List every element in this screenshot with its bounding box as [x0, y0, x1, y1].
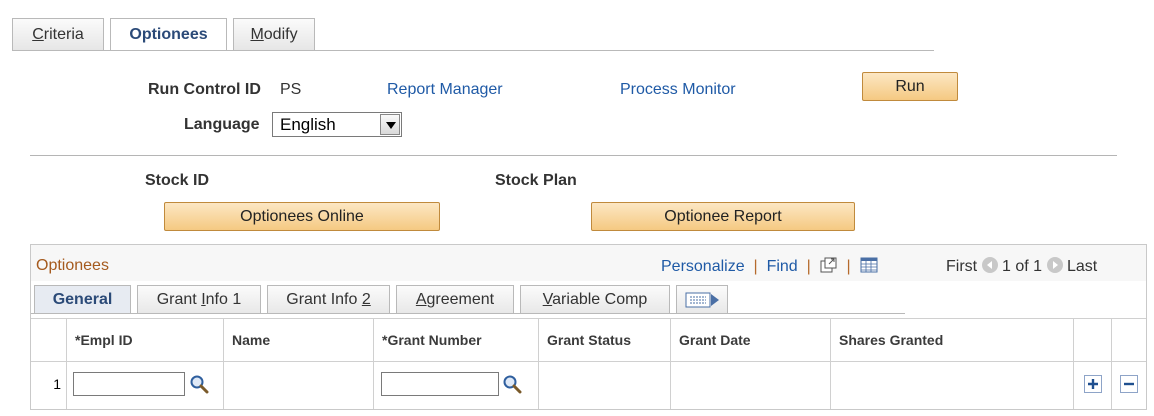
subtab-label: General: [52, 291, 113, 308]
grant-number-cell: [373, 362, 538, 409]
delete-column-header: [1111, 319, 1146, 361]
subtab-general[interactable]: General: [34, 285, 131, 313]
next-row-icon[interactable]: [1046, 257, 1063, 273]
subtab-label-pre: Grant Info: [286, 291, 362, 308]
empl-id-input[interactable]: [73, 372, 185, 396]
language-label: Language: [184, 116, 260, 133]
row-number: 1: [53, 376, 61, 392]
grid-header: Optionees Personalize | Find | | First 1…: [31, 245, 1146, 281]
language-selected-value: English: [280, 115, 336, 134]
column-header-shares-granted[interactable]: Shares Granted: [830, 319, 1073, 361]
subtab-access-key: V: [542, 291, 553, 308]
tab-label-post: riteria: [43, 26, 84, 43]
column-header-name[interactable]: Name: [223, 319, 373, 361]
subtab-underline: [31, 313, 905, 314]
tab-criteria[interactable]: Criteria: [12, 18, 104, 50]
tab-label-access-key: M: [250, 26, 264, 43]
personalize-link[interactable]: Personalize: [661, 258, 745, 275]
subtab-label-post: ariable Comp: [552, 291, 648, 308]
show-all-columns-icon: [685, 291, 721, 319]
grant-number-input[interactable]: [381, 372, 499, 396]
report-manager-link[interactable]: Report Manager: [387, 81, 503, 99]
subtab-agreement[interactable]: Agreement: [396, 285, 514, 313]
column-header-grant-date[interactable]: Grant Date: [670, 319, 830, 361]
chevron-down-icon[interactable]: [380, 114, 400, 135]
add-column-header: [1073, 319, 1111, 361]
run-button[interactable]: Run: [862, 72, 958, 101]
stock-plan-label: Stock Plan: [495, 172, 577, 189]
stock-id-label: Stock ID: [145, 172, 210, 189]
add-row-cell: [1073, 362, 1111, 409]
add-row-button[interactable]: [1084, 375, 1102, 393]
pager-first[interactable]: First: [946, 258, 977, 275]
column-header-grant-status[interactable]: Grant Status: [538, 319, 670, 361]
delete-row-cell: [1111, 362, 1146, 409]
column-header-grant-number[interactable]: *Grant Number: [373, 319, 538, 361]
previous-row-icon[interactable]: [981, 257, 998, 273]
toolbar-separator: |: [749, 258, 763, 275]
tab-label-post: odify: [263, 26, 298, 43]
tab-underline: [12, 50, 934, 51]
subtab-variable-comp[interactable]: Variable Comp: [520, 285, 670, 313]
grant-status-cell: [538, 362, 670, 409]
optionees-grid: Optionees Personalize | Find | | First 1…: [30, 244, 1147, 410]
tab-optionees[interactable]: Optionees: [110, 18, 227, 51]
view-all-icon[interactable]: [820, 257, 838, 278]
empl-id-cell: [66, 362, 223, 409]
tab-modify[interactable]: Modify: [233, 18, 315, 50]
subtab-label-pre: Grant: [156, 291, 202, 308]
subtab-access-key: A: [415, 291, 427, 308]
find-link[interactable]: Find: [767, 258, 798, 275]
grid-column-headers: *Empl ID Name *Grant Number Grant Status…: [31, 318, 1146, 362]
pager-count: 1 of 1: [1002, 258, 1043, 275]
optionees-online-button[interactable]: Optionees Online: [164, 202, 440, 231]
minus-icon: [1124, 382, 1134, 386]
show-all-columns-tab[interactable]: [676, 285, 728, 313]
column-header-empl-id[interactable]: *Empl ID: [66, 319, 223, 361]
optionee-report-button[interactable]: Optionee Report: [591, 202, 855, 231]
pager-last[interactable]: Last: [1067, 258, 1097, 275]
download-spreadsheet-icon[interactable]: [860, 257, 878, 278]
subtab-label-post: greement: [426, 291, 495, 308]
name-cell: [223, 362, 373, 409]
process-monitor-link[interactable]: Process Monitor: [620, 81, 736, 99]
grid-pager: First 1 of 1 Last: [946, 257, 1097, 276]
delete-row-button[interactable]: [1120, 375, 1138, 393]
row-number-header: [31, 319, 66, 361]
search-icon[interactable]: [502, 374, 522, 394]
toolbar-separator: |: [802, 258, 816, 275]
shares-granted-cell: [830, 362, 1073, 409]
run-control-label: Run Control ID: [148, 81, 261, 98]
run-control-value: PS: [280, 81, 302, 98]
grant-date-cell: [670, 362, 830, 409]
search-icon[interactable]: [189, 374, 209, 394]
subtab-grant-info-2[interactable]: Grant Info 2: [267, 285, 390, 313]
grid-toolbar: Personalize | Find | |: [661, 257, 878, 278]
language-select[interactable]: English: [272, 112, 402, 137]
tab-label: Optionees: [129, 26, 208, 43]
toolbar-separator: |: [842, 258, 856, 275]
row-number-cell: 1: [31, 362, 66, 409]
subtab-access-key: 2: [361, 291, 371, 308]
subtab-grant-info-1[interactable]: Grant Info 1: [137, 285, 261, 313]
subtab-label-post: nfo 1: [205, 291, 242, 308]
tab-label-access-key: C: [32, 26, 44, 43]
section-divider: [30, 155, 1117, 156]
plus-icon: [1088, 379, 1098, 389]
table-row: 1: [31, 362, 1146, 409]
grid-title: Optionees: [36, 257, 109, 274]
